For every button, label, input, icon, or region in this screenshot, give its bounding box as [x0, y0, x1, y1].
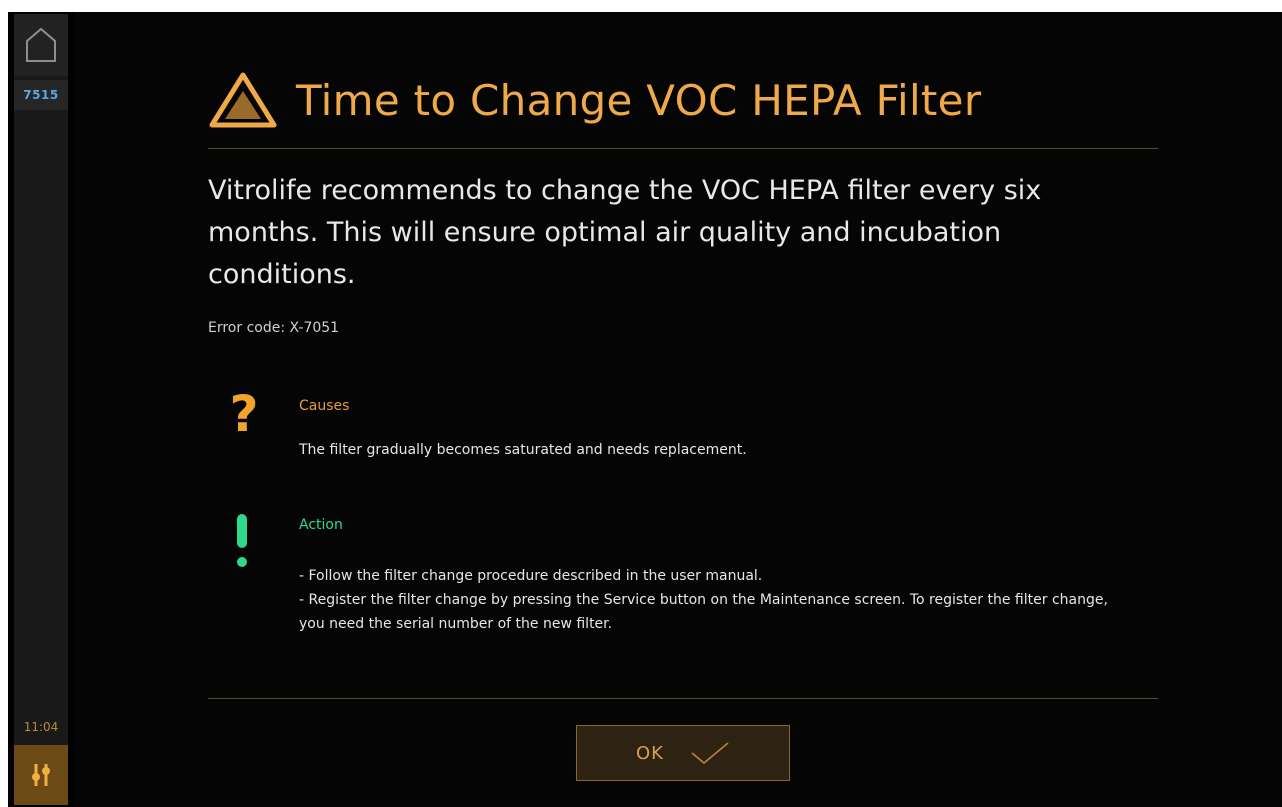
action-heading: Action [299, 517, 343, 533]
sidebar-strip [14, 14, 68, 805]
ok-button[interactable]: OK [576, 725, 790, 781]
sidebar: 7515 11:04 [8, 12, 74, 807]
causes-text: The filter gradually becomes saturated a… [299, 442, 747, 458]
dialog-header: Time to Change VOC HEPA Filter [208, 70, 1158, 130]
error-code: Error code: X-7051 [208, 320, 340, 336]
dialog-title: Time to Change VOC HEPA Filter [296, 75, 982, 125]
screen: 7515 11:04 Time to Change VOC HEPA Filte… [8, 12, 1282, 807]
causes-heading: Causes [299, 398, 350, 414]
clock: 11:04 [23, 720, 59, 734]
warning-triangle-icon [209, 72, 277, 128]
home-button[interactable] [14, 14, 68, 76]
exclamation-icon [237, 514, 247, 567]
settings-button[interactable] [14, 745, 68, 805]
dialog-message: Vitrolife recommends to change the VOC H… [208, 175, 1042, 290]
divider-top [208, 148, 1158, 149]
question-mark-icon: ? [229, 385, 259, 443]
ok-label: OK [636, 742, 664, 764]
action-list: - Follow the filter change procedure des… [299, 564, 1119, 636]
divider-bottom [208, 698, 1158, 699]
home-icon [26, 27, 56, 62]
instrument-id[interactable]: 7515 [14, 80, 68, 110]
sliders-icon [32, 764, 50, 786]
checkmark-icon [691, 742, 729, 765]
action-line: - Follow the filter change procedure des… [299, 568, 763, 584]
action-line: - Register the filter change by pressing… [299, 592, 1108, 632]
